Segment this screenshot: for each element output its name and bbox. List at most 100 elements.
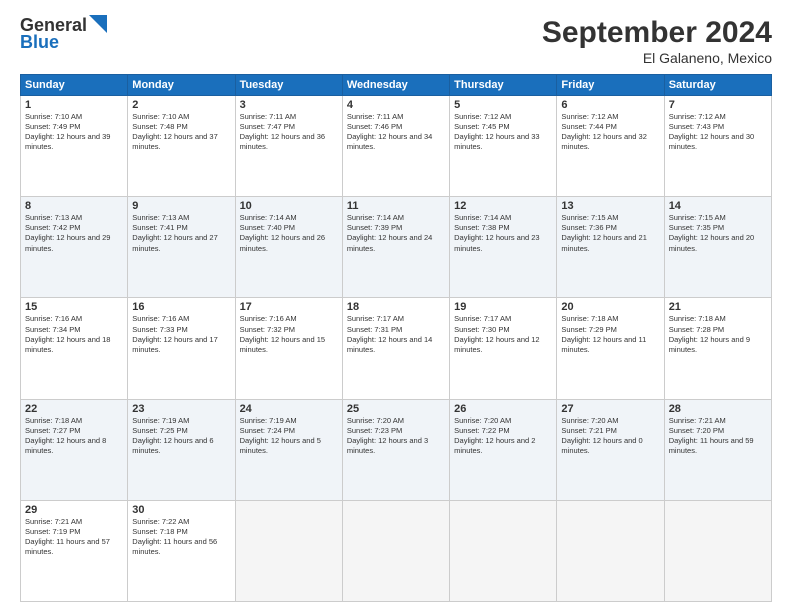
- table-row: 21Sunrise: 7:18 AM Sunset: 7:28 PM Dayli…: [664, 298, 771, 399]
- day-number: 20: [561, 301, 659, 313]
- th-sunday: Sunday: [21, 75, 128, 96]
- day-number: 23: [132, 403, 230, 415]
- table-row: 29Sunrise: 7:21 AM Sunset: 7:19 PM Dayli…: [21, 500, 128, 601]
- day-info: Sunrise: 7:22 AM Sunset: 7:18 PM Dayligh…: [132, 517, 230, 558]
- table-row: 2Sunrise: 7:10 AM Sunset: 7:48 PM Daylig…: [128, 96, 235, 197]
- table-row: 9Sunrise: 7:13 AM Sunset: 7:41 PM Daylig…: [128, 197, 235, 298]
- th-tuesday: Tuesday: [235, 75, 342, 96]
- day-info: Sunrise: 7:13 AM Sunset: 7:41 PM Dayligh…: [132, 213, 230, 254]
- table-row: 7Sunrise: 7:12 AM Sunset: 7:43 PM Daylig…: [664, 96, 771, 197]
- table-row: 11Sunrise: 7:14 AM Sunset: 7:39 PM Dayli…: [342, 197, 449, 298]
- day-number: 10: [240, 200, 338, 212]
- calendar-subtitle: El Galaneno, Mexico: [542, 50, 772, 66]
- day-number: 17: [240, 301, 338, 313]
- table-row: 17Sunrise: 7:16 AM Sunset: 7:32 PM Dayli…: [235, 298, 342, 399]
- table-row: 4Sunrise: 7:11 AM Sunset: 7:46 PM Daylig…: [342, 96, 449, 197]
- table-row: 10Sunrise: 7:14 AM Sunset: 7:40 PM Dayli…: [235, 197, 342, 298]
- day-number: 21: [669, 301, 767, 313]
- table-row: 23Sunrise: 7:19 AM Sunset: 7:25 PM Dayli…: [128, 399, 235, 500]
- th-monday: Monday: [128, 75, 235, 96]
- day-number: 2: [132, 99, 230, 111]
- day-number: 16: [132, 301, 230, 313]
- day-info: Sunrise: 7:19 AM Sunset: 7:25 PM Dayligh…: [132, 416, 230, 457]
- table-row: 30Sunrise: 7:22 AM Sunset: 7:18 PM Dayli…: [128, 500, 235, 601]
- table-row: 24Sunrise: 7:19 AM Sunset: 7:24 PM Dayli…: [235, 399, 342, 500]
- day-number: 28: [669, 403, 767, 415]
- day-number: 18: [347, 301, 445, 313]
- table-row: 26Sunrise: 7:20 AM Sunset: 7:22 PM Dayli…: [450, 399, 557, 500]
- calendar-row-3: 15Sunrise: 7:16 AM Sunset: 7:34 PM Dayli…: [21, 298, 772, 399]
- day-info: Sunrise: 7:11 AM Sunset: 7:46 PM Dayligh…: [347, 112, 445, 153]
- day-number: 19: [454, 301, 552, 313]
- table-row: 3Sunrise: 7:11 AM Sunset: 7:47 PM Daylig…: [235, 96, 342, 197]
- day-info: Sunrise: 7:14 AM Sunset: 7:38 PM Dayligh…: [454, 213, 552, 254]
- day-info: Sunrise: 7:20 AM Sunset: 7:21 PM Dayligh…: [561, 416, 659, 457]
- day-info: Sunrise: 7:20 AM Sunset: 7:23 PM Dayligh…: [347, 416, 445, 457]
- table-row: [235, 500, 342, 601]
- day-number: 9: [132, 200, 230, 212]
- day-number: 12: [454, 200, 552, 212]
- day-number: 7: [669, 99, 767, 111]
- day-info: Sunrise: 7:21 AM Sunset: 7:19 PM Dayligh…: [25, 517, 123, 558]
- day-info: Sunrise: 7:16 AM Sunset: 7:33 PM Dayligh…: [132, 314, 230, 355]
- th-wednesday: Wednesday: [342, 75, 449, 96]
- table-row: [342, 500, 449, 601]
- day-info: Sunrise: 7:18 AM Sunset: 7:27 PM Dayligh…: [25, 416, 123, 457]
- table-row: 18Sunrise: 7:17 AM Sunset: 7:31 PM Dayli…: [342, 298, 449, 399]
- day-number: 6: [561, 99, 659, 111]
- day-number: 27: [561, 403, 659, 415]
- day-number: 4: [347, 99, 445, 111]
- day-number: 14: [669, 200, 767, 212]
- table-row: 12Sunrise: 7:14 AM Sunset: 7:38 PM Dayli…: [450, 197, 557, 298]
- day-info: Sunrise: 7:13 AM Sunset: 7:42 PM Dayligh…: [25, 213, 123, 254]
- day-number: 13: [561, 200, 659, 212]
- table-row: [557, 500, 664, 601]
- day-info: Sunrise: 7:16 AM Sunset: 7:32 PM Dayligh…: [240, 314, 338, 355]
- day-info: Sunrise: 7:14 AM Sunset: 7:40 PM Dayligh…: [240, 213, 338, 254]
- page: General Blue September 2024 El Galaneno,…: [0, 0, 792, 612]
- table-row: 14Sunrise: 7:15 AM Sunset: 7:35 PM Dayli…: [664, 197, 771, 298]
- day-number: 30: [132, 504, 230, 516]
- day-info: Sunrise: 7:15 AM Sunset: 7:35 PM Dayligh…: [669, 213, 767, 254]
- day-number: 11: [347, 200, 445, 212]
- day-info: Sunrise: 7:19 AM Sunset: 7:24 PM Dayligh…: [240, 416, 338, 457]
- day-info: Sunrise: 7:12 AM Sunset: 7:45 PM Dayligh…: [454, 112, 552, 153]
- day-info: Sunrise: 7:14 AM Sunset: 7:39 PM Dayligh…: [347, 213, 445, 254]
- table-row: 13Sunrise: 7:15 AM Sunset: 7:36 PM Dayli…: [557, 197, 664, 298]
- day-info: Sunrise: 7:11 AM Sunset: 7:47 PM Dayligh…: [240, 112, 338, 153]
- day-number: 1: [25, 99, 123, 111]
- header: General Blue September 2024 El Galaneno,…: [20, 16, 772, 66]
- logo-icon: [89, 15, 107, 33]
- day-info: Sunrise: 7:15 AM Sunset: 7:36 PM Dayligh…: [561, 213, 659, 254]
- day-info: Sunrise: 7:17 AM Sunset: 7:31 PM Dayligh…: [347, 314, 445, 355]
- day-info: Sunrise: 7:12 AM Sunset: 7:44 PM Dayligh…: [561, 112, 659, 153]
- day-info: Sunrise: 7:10 AM Sunset: 7:49 PM Dayligh…: [25, 112, 123, 153]
- table-row: 8Sunrise: 7:13 AM Sunset: 7:42 PM Daylig…: [21, 197, 128, 298]
- th-friday: Friday: [557, 75, 664, 96]
- day-info: Sunrise: 7:20 AM Sunset: 7:22 PM Dayligh…: [454, 416, 552, 457]
- calendar-title: September 2024: [542, 16, 772, 50]
- th-saturday: Saturday: [664, 75, 771, 96]
- day-number: 15: [25, 301, 123, 313]
- day-info: Sunrise: 7:10 AM Sunset: 7:48 PM Dayligh…: [132, 112, 230, 153]
- table-row: [664, 500, 771, 601]
- title-block: September 2024 El Galaneno, Mexico: [542, 16, 772, 66]
- table-row: [450, 500, 557, 601]
- calendar-table: Sunday Monday Tuesday Wednesday Thursday…: [20, 74, 772, 602]
- table-row: 19Sunrise: 7:17 AM Sunset: 7:30 PM Dayli…: [450, 298, 557, 399]
- table-row: 16Sunrise: 7:16 AM Sunset: 7:33 PM Dayli…: [128, 298, 235, 399]
- table-row: 22Sunrise: 7:18 AM Sunset: 7:27 PM Dayli…: [21, 399, 128, 500]
- day-info: Sunrise: 7:18 AM Sunset: 7:28 PM Dayligh…: [669, 314, 767, 355]
- day-info: Sunrise: 7:16 AM Sunset: 7:34 PM Dayligh…: [25, 314, 123, 355]
- day-number: 3: [240, 99, 338, 111]
- day-info: Sunrise: 7:18 AM Sunset: 7:29 PM Dayligh…: [561, 314, 659, 355]
- logo-blue: Blue: [20, 32, 59, 52]
- header-row: Sunday Monday Tuesday Wednesday Thursday…: [21, 75, 772, 96]
- day-number: 29: [25, 504, 123, 516]
- table-row: 5Sunrise: 7:12 AM Sunset: 7:45 PM Daylig…: [450, 96, 557, 197]
- day-number: 22: [25, 403, 123, 415]
- logo: General Blue: [20, 16, 107, 53]
- table-row: 1Sunrise: 7:10 AM Sunset: 7:49 PM Daylig…: [21, 96, 128, 197]
- day-number: 8: [25, 200, 123, 212]
- table-row: 15Sunrise: 7:16 AM Sunset: 7:34 PM Dayli…: [21, 298, 128, 399]
